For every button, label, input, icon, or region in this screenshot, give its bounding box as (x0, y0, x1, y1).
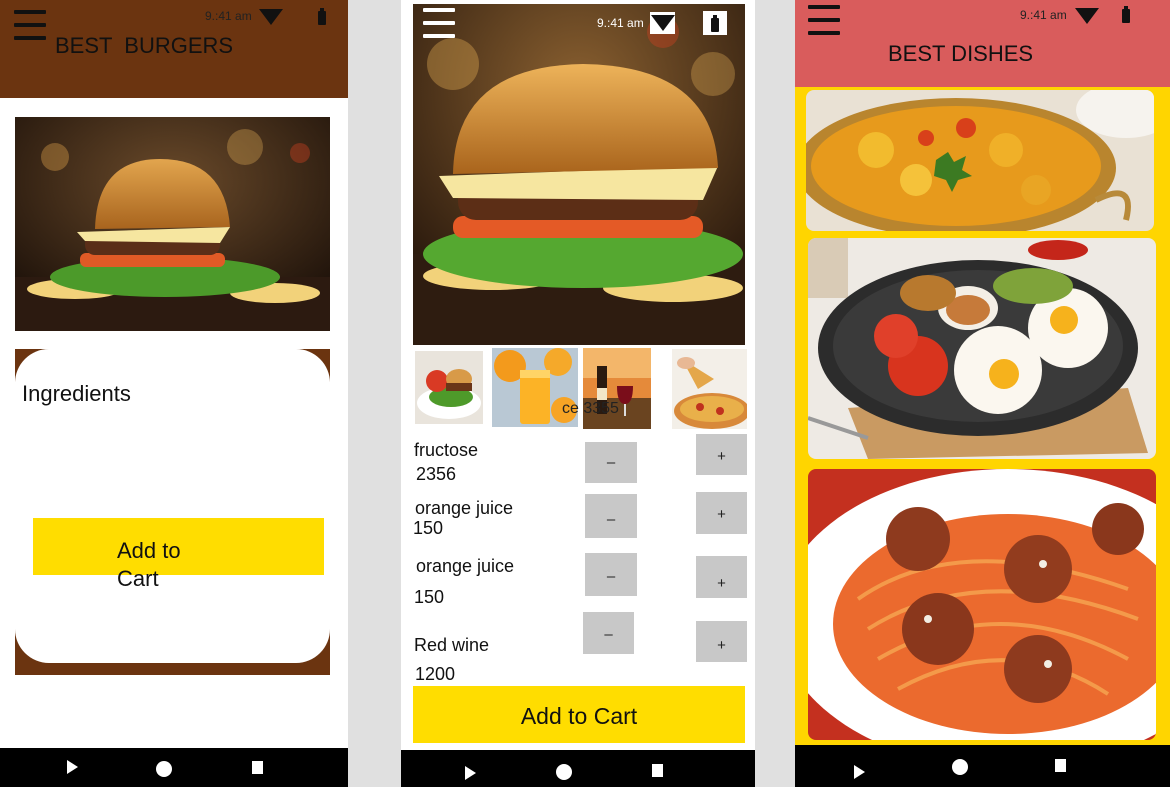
system-nav-bar (401, 750, 755, 787)
thumbnail-burger-plate[interactable] (415, 351, 483, 424)
thumbnail-overlay-text: ce 3355 (562, 400, 619, 417)
plus-icon: + (717, 448, 726, 465)
add-to-cart-label: Add to Cart (520, 703, 638, 729)
ingredients-heading: Ingredients (22, 381, 131, 406)
item-value-fructose: 2356 (416, 464, 457, 484)
add-to-cart-button[interactable]: Add to Cart (413, 686, 745, 743)
screen-best-burgers: 9.:41 am BEST BURGERS Ingredients Add to… (0, 0, 348, 787)
recent-apps-icon[interactable] (652, 764, 663, 777)
dish-image-breakfast[interactable] (808, 238, 1156, 459)
home-icon[interactable] (156, 761, 172, 777)
wifi-icon (1075, 8, 1099, 24)
page-title: BEST DISHES (888, 41, 1034, 66)
menu-icon[interactable] (14, 10, 46, 40)
item-name-fructose: fructose (414, 440, 479, 460)
decrease-button-fructose[interactable]: – (585, 442, 637, 483)
plus-icon: + (717, 575, 726, 592)
menu-icon[interactable] (808, 5, 840, 35)
battery-icon (703, 11, 727, 35)
back-icon[interactable] (854, 765, 865, 779)
status-time: 9.:41 am (1020, 8, 1067, 22)
home-icon[interactable] (556, 764, 572, 780)
status-time: 9.:41 am (597, 16, 644, 30)
wifi-icon (650, 12, 675, 34)
dish-image-curry[interactable] (806, 90, 1154, 231)
burger-image (15, 117, 330, 331)
screen-product-detail: 9.:41 am ce 3355 fructose 2356 – + orang… (401, 0, 755, 787)
recent-apps-icon[interactable] (1055, 759, 1066, 772)
system-nav-bar (795, 745, 1170, 787)
minus-icon: – (604, 626, 613, 643)
plus-icon: + (717, 506, 726, 523)
item-value-orange-juice-2: 150 (414, 587, 445, 607)
page-title: BEST BURGERS (55, 33, 234, 58)
thumbnail-pizza[interactable] (672, 349, 747, 429)
increase-button-fructose[interactable]: + (696, 434, 747, 475)
back-icon[interactable] (67, 760, 78, 774)
home-icon[interactable] (952, 759, 968, 775)
recent-apps-icon[interactable] (252, 761, 263, 774)
add-to-cart-button[interactable]: Add to Cart (33, 518, 324, 591)
increase-button-orange-juice-2[interactable]: + (696, 556, 747, 598)
wifi-icon (259, 9, 283, 25)
burger-hero-image (413, 4, 745, 345)
decrease-button-orange-juice-2[interactable]: – (585, 553, 637, 596)
back-icon[interactable] (465, 766, 476, 780)
minus-icon: – (606, 454, 616, 471)
item-name-orange-juice-2: orange juice (416, 556, 515, 576)
decrease-button-red-wine[interactable]: – (583, 612, 634, 654)
app-header: 9.:41 am BEST DISHES (795, 0, 1170, 87)
increase-button-orange-juice[interactable]: + (696, 492, 747, 534)
minus-icon: – (606, 511, 616, 528)
item-name-red-wine: Red wine (414, 635, 490, 655)
item-name-orange-juice: orange juice (415, 498, 514, 518)
decrease-button-orange-juice[interactable]: – (585, 494, 637, 538)
item-value-red-wine: 1200 (415, 664, 456, 684)
dish-image-spaghetti[interactable] (808, 469, 1156, 740)
increase-button-red-wine[interactable]: + (696, 621, 747, 662)
add-to-cart-label: Add to Cart (117, 538, 181, 591)
system-nav-bar (0, 748, 348, 787)
battery-icon (1122, 6, 1130, 23)
status-time: 9.:41 am (205, 9, 252, 23)
app-header: 9.:41 am BEST BURGERS (0, 0, 348, 98)
screen-best-dishes: 9.:41 am BEST DISHES (795, 0, 1170, 787)
menu-icon[interactable] (423, 8, 455, 38)
item-value-orange-juice: 150 (413, 518, 444, 538)
minus-icon: – (606, 568, 616, 585)
plus-icon: + (717, 637, 726, 654)
battery-icon (318, 8, 326, 25)
